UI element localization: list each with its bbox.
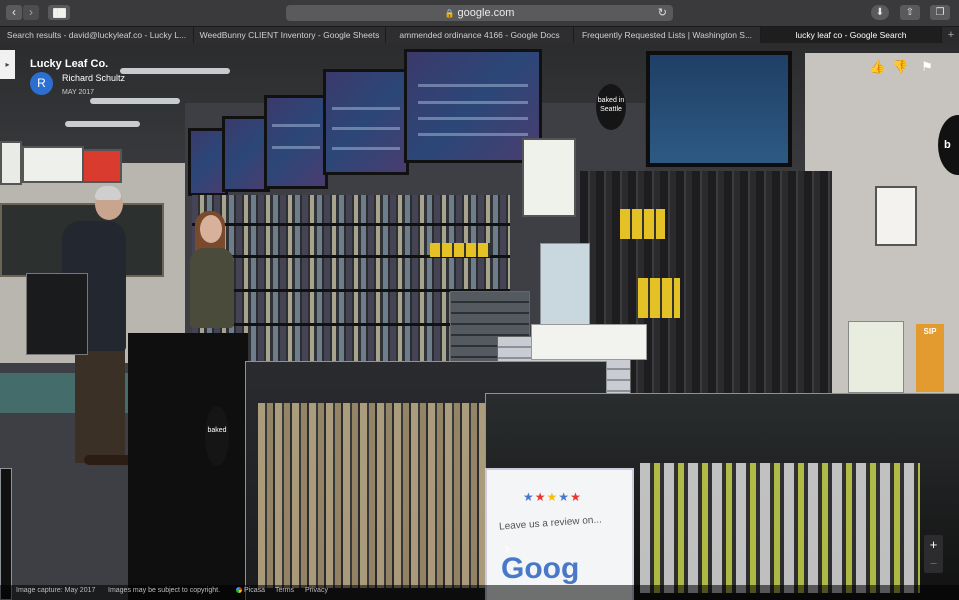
caret-right-icon: ▸: [5, 60, 10, 69]
thumbs-down-icon[interactable]: 👎: [892, 59, 908, 75]
tab-weedbunny-inventory[interactable]: WeedBunny CLIENT Inventory - Google Shee…: [194, 27, 386, 43]
downloads-button[interactable]: ⬇: [871, 5, 889, 20]
terms-link[interactable]: Terms: [275, 587, 294, 594]
address-bar[interactable]: 🔒 google.com ↻: [286, 5, 673, 21]
product-jars: [258, 403, 488, 588]
sidebar-toggle-button[interactable]: [48, 5, 70, 20]
browser-toolbar: ‹ › 🔒 google.com ↻ ⬇ ⇧ ❐: [0, 0, 959, 26]
budtender: [190, 248, 234, 328]
tabs-icon: ❐: [935, 7, 945, 18]
menu-screen: [222, 116, 270, 192]
sip-sign: SIP: [916, 324, 944, 392]
product-box: [531, 324, 647, 360]
fridge: [540, 243, 590, 325]
chevron-left-icon: ‹: [12, 5, 16, 19]
chevron-right-icon: ›: [504, 540, 510, 557]
picasa-icon: [236, 587, 242, 593]
baked-in-seattle-logo: baked in Seattle: [596, 84, 626, 130]
tab-search-results[interactable]: Search results - david@luckyleaf.co - Lu…: [0, 27, 194, 43]
picasa-link[interactable]: Picasa: [236, 587, 265, 594]
menu-screen: [646, 51, 792, 167]
zoom-in-button[interactable]: +: [924, 535, 943, 554]
reload-icon[interactable]: ↻: [658, 5, 667, 21]
thumbs-up-icon[interactable]: 👍: [869, 59, 885, 75]
tab-overview-button[interactable]: ❐: [930, 5, 950, 20]
store-interior-photo[interactable]: baked in Seattle b SIP baked ★★★★★ Leave…: [0, 43, 959, 600]
new-tab-button[interactable]: +: [943, 27, 959, 43]
review-sign: ★★★★★ Leave us a review on... Goog: [485, 468, 634, 600]
zoom-control: + −: [924, 535, 943, 573]
expand-panel-button[interactable]: ▸: [0, 50, 15, 79]
next-photo-button[interactable]: ›: [498, 540, 516, 558]
menu-screen: [323, 69, 409, 175]
photo-date: MAY 2017: [62, 89, 95, 96]
lock-icon: 🔒: [444, 9, 455, 18]
menu-screen: [264, 95, 328, 189]
url-text: google.com: [457, 7, 515, 19]
photo-author[interactable]: Richard Schultz: [62, 73, 125, 83]
copyright-notice: Images may be subject to copyright.: [108, 587, 221, 594]
place-name[interactable]: Lucky Leaf Co.: [30, 58, 108, 70]
privacy-link[interactable]: Privacy: [305, 587, 328, 594]
tab-lucky-leaf-search[interactable]: lucky leaf co - Google Search: [761, 27, 942, 43]
tab-requested-lists[interactable]: Frequently Requested Lists | Washington …: [574, 27, 761, 43]
chevron-right-icon: ›: [29, 5, 33, 19]
avatar[interactable]: R: [30, 72, 53, 95]
counter: [128, 333, 248, 600]
sidebar-icon: [53, 8, 66, 18]
zoom-out-button[interactable]: −: [924, 554, 943, 573]
share-button[interactable]: ⇧: [900, 5, 920, 20]
flag-icon[interactable]: ⚑: [919, 59, 935, 75]
download-icon: ⬇: [875, 7, 885, 18]
image-capture-date: Image capture: May 2017: [16, 587, 96, 594]
tab-ordinance[interactable]: ammended ordinance 4166 - Google Docs: [386, 27, 574, 43]
tab-bar: Search results - david@luckyleaf.co - Lu…: [0, 26, 959, 43]
share-icon: ⇧: [905, 7, 915, 18]
back-button[interactable]: ‹: [6, 5, 22, 20]
forward-button[interactable]: ›: [23, 5, 39, 20]
